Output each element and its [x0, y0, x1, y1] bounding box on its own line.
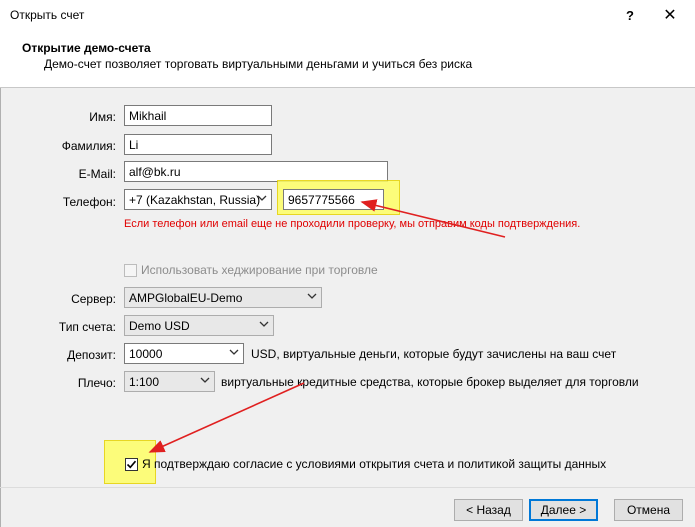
hedging-label: Использовать хеджирование при торговле — [141, 263, 378, 277]
help-icon: ? — [626, 7, 634, 23]
hedging-checkbox[interactable] — [124, 263, 137, 277]
arrow-to-agree — [148, 382, 305, 453]
deposit-value: 10000 — [129, 347, 163, 361]
last-name-label: Фамилия: — [61, 139, 116, 153]
help-button[interactable]: ? — [610, 0, 650, 30]
leverage-label: Плечо: — [77, 376, 116, 390]
first-name-label: Имя: — [89, 110, 116, 124]
footer-divider — [0, 487, 695, 488]
page-subtitle: Демо-счет позволяет торговать виртуальны… — [44, 57, 473, 71]
email-input[interactable] — [124, 161, 388, 182]
checkmark-icon — [126, 460, 137, 468]
agree-option[interactable]: Я подтверждаю согласие с условиями откры… — [125, 457, 606, 471]
phone-warning: Если телефон или email еще не проходили … — [124, 218, 581, 230]
server-select[interactable]: AMPGlobalEU-Demo — [124, 287, 322, 308]
account-type-value: Demo USD — [129, 319, 190, 333]
last-name-input[interactable] — [124, 134, 272, 155]
account-type-select[interactable]: Demo USD — [124, 315, 274, 336]
phone-label: Телефон: — [62, 195, 116, 209]
account-type-label: Тип счета: — [58, 320, 116, 334]
chevron-down-icon — [257, 195, 267, 201]
hedging-option[interactable]: Использовать хеджирование при торговле — [124, 263, 378, 277]
dialog-header: Открытие демо-счета Демо-счет позволяет … — [0, 30, 695, 88]
email-label: E-Mail: — [78, 167, 116, 181]
next-button[interactable]: Далее > — [529, 499, 598, 521]
chevron-down-icon — [307, 293, 317, 299]
leverage-value: 1:100 — [129, 375, 160, 389]
open-account-dialog: Открыть счет ? ✕ Открытие демо-счета Дем… — [0, 0, 695, 527]
chevron-down-icon — [259, 321, 269, 327]
chevron-down-icon — [200, 377, 210, 383]
deposit-label: Депозит: — [67, 348, 116, 362]
first-name-input[interactable] — [124, 105, 272, 126]
close-button[interactable]: ✕ — [650, 0, 690, 30]
phone-country-value: +7 (Kazakhstan, Russia) — [129, 193, 261, 207]
left-frame — [0, 88, 1, 527]
title-bar: Открыть счет ? ✕ — [0, 0, 695, 30]
close-icon: ✕ — [663, 7, 677, 24]
window-title: Открыть счет — [10, 8, 85, 22]
agree-label: Я подтверждаю согласие с условиями откры… — [142, 457, 607, 471]
deposit-select[interactable]: 10000 — [124, 343, 244, 364]
server-label: Сервер: — [71, 292, 116, 306]
chevron-down-icon — [229, 349, 239, 355]
cancel-button[interactable]: Отмена — [614, 499, 683, 521]
page-title: Открытие демо-счета — [22, 41, 151, 55]
agree-checkbox[interactable] — [125, 457, 138, 471]
back-button[interactable]: < Назад — [454, 499, 523, 521]
deposit-description: USD, виртуальные деньги, которые будут з… — [251, 347, 617, 361]
leverage-select[interactable]: 1:100 — [124, 371, 215, 392]
server-value: AMPGlobalEU-Demo — [129, 291, 243, 305]
leverage-description: виртуальные кредитные средства, которые … — [221, 375, 639, 389]
phone-input[interactable] — [283, 189, 384, 210]
phone-country-select[interactable]: +7 (Kazakhstan, Russia) — [124, 189, 272, 210]
